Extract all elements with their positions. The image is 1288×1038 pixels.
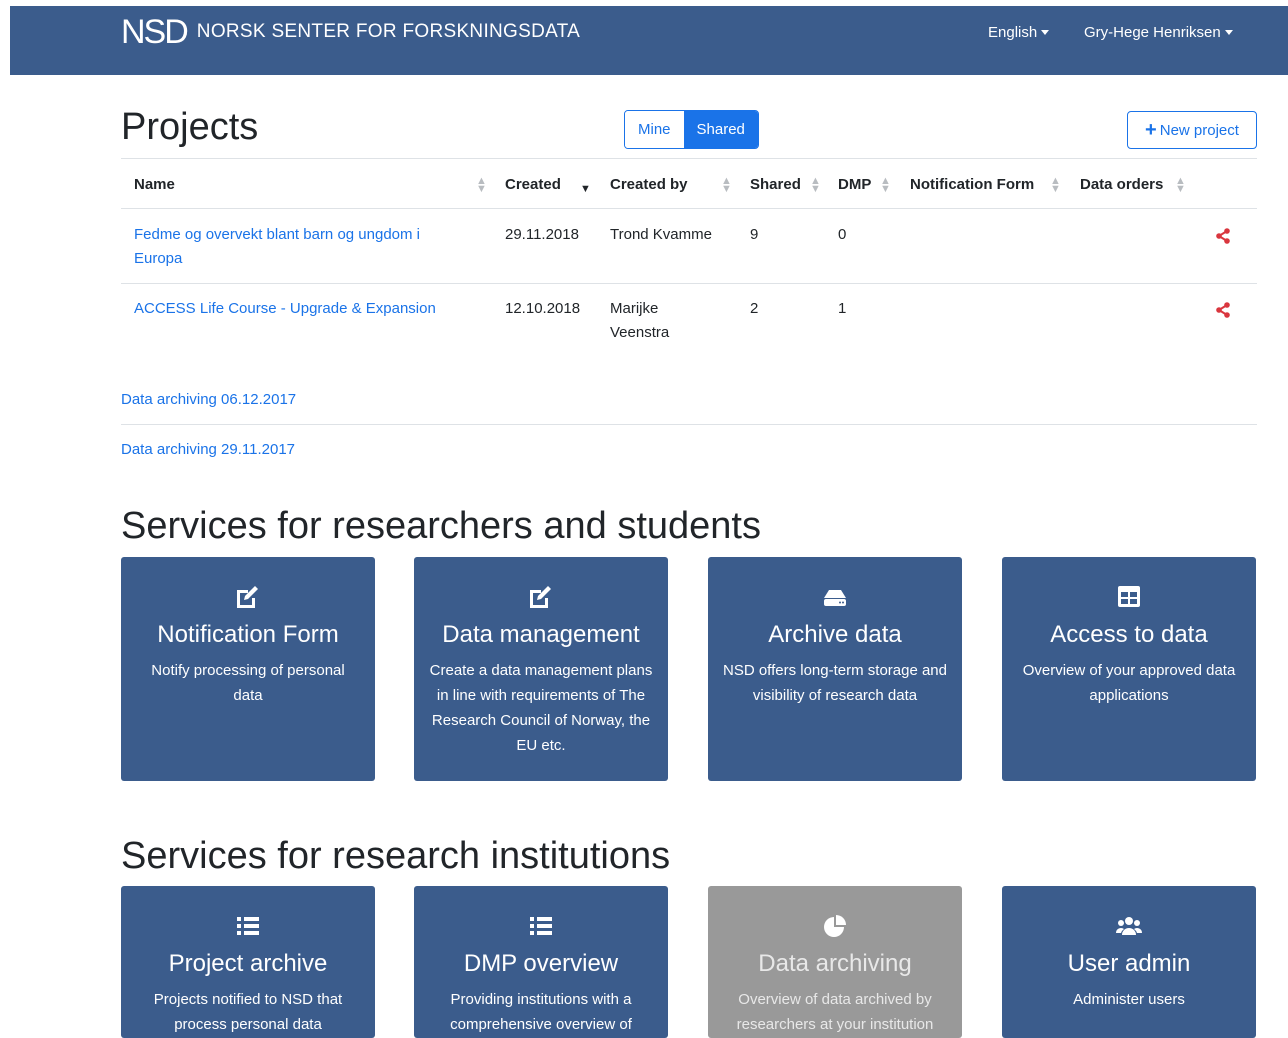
shared-cell: 2	[750, 300, 759, 317]
card-title: Data archiving	[758, 950, 912, 977]
created-cell: 29.11.2018	[505, 226, 579, 243]
dmp-overview-card[interactable]: DMP overview Providing institutions with…	[414, 886, 668, 1038]
project-archive-card[interactable]: Project archive Projects notified to NSD…	[121, 886, 375, 1038]
sort-desc-icon[interactable]: ▼	[580, 177, 591, 195]
sort-icon[interactable]: ▲ ▼	[810, 176, 821, 195]
sort-icon[interactable]: ▲ ▼	[880, 176, 891, 195]
access-to-data-card[interactable]: Access to data Overview of your approved…	[1002, 557, 1256, 781]
column-header-data-orders[interactable]: Data orders	[1080, 176, 1163, 194]
column-header-created[interactable]: Created	[505, 176, 561, 194]
sort-icon[interactable]: ▲ ▼	[1050, 176, 1061, 195]
card-description: Projects notified to NSD that process pe…	[153, 991, 343, 1033]
dmp-cell: 1	[838, 300, 847, 317]
card-description: Create a data management plans in line w…	[429, 662, 653, 754]
data-management-card[interactable]: Data management Create a data management…	[414, 557, 668, 781]
created-by-cell: Marijke Veenstra	[610, 300, 670, 341]
list-icon	[530, 917, 552, 935]
toggle-mine-button[interactable]: Mine	[625, 111, 684, 148]
sort-icon[interactable]: ▲ ▼	[476, 176, 487, 195]
divider	[121, 208, 1257, 209]
column-header-shared[interactable]: Shared	[750, 176, 801, 194]
toggle-shared-button[interactable]: Shared	[683, 111, 758, 148]
card-title: Access to data	[1050, 621, 1208, 648]
list-icon	[237, 917, 259, 935]
caret-down-icon	[1224, 29, 1233, 35]
column-header-notification-form[interactable]: Notification Form	[910, 176, 1034, 194]
plus-icon: +	[1145, 119, 1157, 141]
users-icon	[1116, 917, 1142, 935]
top-navbar: NSD NORSK SENTER FOR FORSKNINGSDATA Engl…	[10, 6, 1288, 75]
researchers-section-title: Services for researchers and students	[121, 505, 761, 547]
card-title: Archive data	[768, 621, 902, 648]
language-dropdown[interactable]: English	[988, 23, 1050, 43]
data-archiving-link[interactable]: Data archiving 29.11.2017	[121, 440, 295, 460]
column-header-created-by[interactable]: Created by	[610, 176, 688, 194]
created-by-cell: Trond Kvamme	[610, 226, 712, 243]
table-icon	[1118, 586, 1140, 607]
project-name-link[interactable]: ACCESS Life Course - Upgrade & Expansion	[134, 297, 464, 321]
edit-icon	[530, 586, 551, 608]
sort-icon[interactable]: ▲ ▼	[721, 176, 732, 195]
card-title: User admin	[1067, 950, 1191, 977]
divider	[121, 424, 1257, 425]
created-cell: 12.10.2018	[505, 300, 581, 317]
pie-chart-icon	[824, 915, 846, 937]
card-description: NSD offers long-term storage and visibil…	[723, 662, 947, 704]
edit-icon	[237, 586, 258, 608]
language-label: English	[988, 24, 1038, 41]
divider	[121, 283, 1257, 284]
data-archiving-link[interactable]: Data archiving 06.12.2017	[121, 390, 296, 410]
divider	[121, 158, 1257, 159]
caret-down-icon	[1041, 29, 1050, 35]
shared-cell: 9	[750, 226, 759, 243]
page-title: Projects	[121, 106, 259, 148]
card-title: Notification Form	[157, 621, 339, 648]
data-archiving-card[interactable]: Data archiving Overview of data archived…	[708, 886, 962, 1038]
archive-data-card[interactable]: Archive data NSD offers long-term storag…	[708, 557, 962, 781]
brand[interactable]: NSD NORSK SENTER FOR FORSKNINGSDATA	[121, 14, 580, 50]
new-project-button[interactable]: + New project	[1127, 111, 1257, 149]
card-description: Overview of your approved data applicati…	[1022, 662, 1236, 704]
project-name-link[interactable]: Fedme og overvekt blant barn og ungdom i…	[134, 223, 454, 271]
card-title: DMP overview	[463, 950, 619, 977]
nsd-logo: NSD	[121, 13, 189, 51]
column-header-name[interactable]: Name	[134, 176, 175, 194]
card-description: Notify processing of personal data	[151, 662, 345, 704]
org-name: NORSK SENTER FOR FORSKNINGSDATA	[196, 21, 581, 42]
sort-icon[interactable]: ▲ ▼	[1175, 176, 1186, 195]
user-admin-card[interactable]: User admin Administer users	[1002, 886, 1256, 1038]
user-dropdown[interactable]: Gry-Hege Henriksen	[1084, 23, 1233, 43]
card-description: Providing institutions with a comprehens…	[450, 991, 632, 1033]
hdd-icon	[824, 590, 846, 606]
dmp-cell: 0	[838, 226, 847, 243]
card-description: Overview of data archived by researchers…	[736, 991, 934, 1033]
share-icon[interactable]	[1215, 302, 1231, 318]
card-description: Administer users	[1073, 991, 1185, 1008]
card-title: Data management	[442, 621, 640, 648]
card-title: Project archive	[168, 950, 328, 977]
mine-shared-toggle: Mine Shared	[624, 110, 759, 149]
institutions-section-title: Services for research institutions	[121, 835, 671, 877]
notification-form-card[interactable]: Notification Form Notify processing of p…	[121, 557, 375, 781]
user-name: Gry-Hege Henriksen	[1084, 24, 1221, 41]
share-icon[interactable]	[1215, 228, 1231, 244]
new-project-label: New project	[1159, 122, 1239, 139]
column-header-dmp[interactable]: DMP	[838, 176, 871, 194]
